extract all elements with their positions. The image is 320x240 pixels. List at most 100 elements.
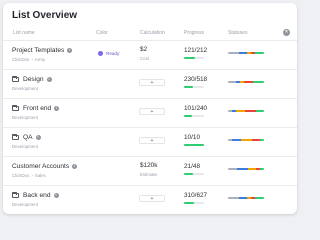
status-segment [240,139,252,141]
color-label: Ready [106,51,120,56]
column-header-progress[interactable]: Progress [184,30,204,36]
status-segment [228,168,238,170]
status-segment [251,139,260,141]
table-row[interactable]: Back end i Development +310/627 [3,185,297,214]
breadcrumb-item: ClickDos [12,173,30,178]
list-name-cell[interactable]: Project Templates i [12,47,73,54]
info-icon[interactable]: i [35,135,41,140]
add-calculation-button[interactable]: + [139,79,165,86]
list-name[interactable]: Back end [23,192,51,199]
list-name-cell[interactable]: Customer Accounts i [12,163,78,170]
breadcrumb-item: Development [12,86,38,91]
progress-text: 310/627 [184,192,208,199]
status-distribution-bar[interactable] [228,139,264,141]
breadcrumb: Development [12,86,38,91]
breadcrumb-item: Development [12,115,38,120]
column-header-color[interactable]: Color [96,30,108,36]
add-calculation-button[interactable]: + [139,195,165,202]
info-icon[interactable]: i [54,106,60,111]
column-header-statuses[interactable]: Statuses [228,30,247,36]
list-name-cell[interactable]: Front end i [12,105,60,112]
page-title: List Overview [12,10,78,21]
table-row[interactable]: QA i Development +10/10 [3,127,297,156]
list-name[interactable]: QA [23,134,33,141]
status-segment [256,110,264,112]
list-name[interactable]: Front end [23,105,51,112]
progress-text: 10/10 [184,134,200,141]
table-row[interactable]: Customer Accounts i ClickDos › Sales $120k Est… [3,156,297,185]
status-segment [245,110,257,112]
info-icon[interactable]: i [46,77,52,82]
status-segment [237,168,249,170]
status-segment [231,139,241,141]
table-row[interactable]: Design i Development +230/518 [3,69,297,98]
list-name-cell[interactable]: Design i [12,76,52,83]
status-distribution-bar[interactable] [228,81,264,83]
info-icon[interactable]: i [72,164,78,169]
progress-text: 121/212 [184,47,208,54]
folder-icon [12,192,19,198]
folder-icon [12,76,19,82]
progress-bar-fill [184,173,193,175]
status-distribution-bar[interactable] [228,197,264,199]
status-segment [238,52,247,54]
progress-bar [184,57,204,59]
color-badge[interactable]: Ready [98,51,119,56]
progress-bar [184,86,204,88]
breadcrumb-item: Development [12,202,38,207]
breadcrumb: Development [12,115,38,120]
status-distribution-bar[interactable] [228,168,264,170]
progress-bar-fill [184,202,194,204]
column-header-calculation[interactable]: Calculation [140,30,165,36]
breadcrumb: Development [12,202,38,207]
table-row[interactable]: Front end i Development +101/240 [3,98,297,127]
status-segment [259,139,264,141]
breadcrumb-item: ClickDos [12,57,30,62]
breadcrumb-item: Army [34,57,46,62]
close-icon[interactable]: ✕ [283,29,290,36]
color-dot-icon [98,51,103,56]
progress-bar [184,173,204,175]
breadcrumb: ClickDos › Army [12,57,45,62]
progress-bar [184,115,204,117]
list-name[interactable]: Project Templates [12,47,64,54]
status-distribution-bar[interactable] [228,110,264,112]
add-calculation-button[interactable]: + [139,108,165,115]
progress-text: 101/240 [184,105,208,112]
list-table: Project Templates i ClickDos › Army Ready $2 Co… [3,40,297,214]
calculation-value[interactable]: $120k [140,162,157,169]
status-segment [235,110,246,112]
progress-bar-fill [184,144,204,146]
status-segment [228,52,239,54]
breadcrumb: Development [12,144,38,149]
status-segment [228,197,239,199]
breadcrumb-item: Sales [34,173,46,178]
folder-icon [12,105,19,111]
column-header-name[interactable]: List name [13,30,35,36]
progress-bar-fill [184,86,193,88]
calculation-label: Estimate [140,172,158,177]
status-segment [248,168,257,170]
list-overview-card: List Overview List name Color Calculatio… [3,3,297,214]
breadcrumb-item: Development [12,144,38,149]
list-name[interactable]: Customer Accounts [12,163,69,170]
calculation-value[interactable]: $2 [140,46,147,53]
calculation-label: Cost [140,56,150,61]
list-name-cell[interactable]: Back end i [12,192,59,199]
progress-bar-fill [184,115,193,117]
list-name[interactable]: Design [23,76,44,83]
breadcrumb: ClickDos › Sales [12,173,46,178]
status-segment [228,81,236,83]
status-segment [238,197,247,199]
info-icon[interactable]: i [67,48,73,53]
status-segment [254,197,264,199]
progress-text: 230/518 [184,76,208,83]
list-name-cell[interactable]: QA i [12,134,41,141]
status-distribution-bar[interactable] [228,52,264,54]
info-icon[interactable]: i [53,193,59,198]
progress-text: 21/48 [184,163,200,170]
progress-bar-fill [184,57,196,59]
table-row[interactable]: Project Templates i ClickDos › Army Ready $2 Co… [3,40,297,69]
add-calculation-button[interactable]: + [139,137,165,144]
folder-icon [12,134,19,140]
